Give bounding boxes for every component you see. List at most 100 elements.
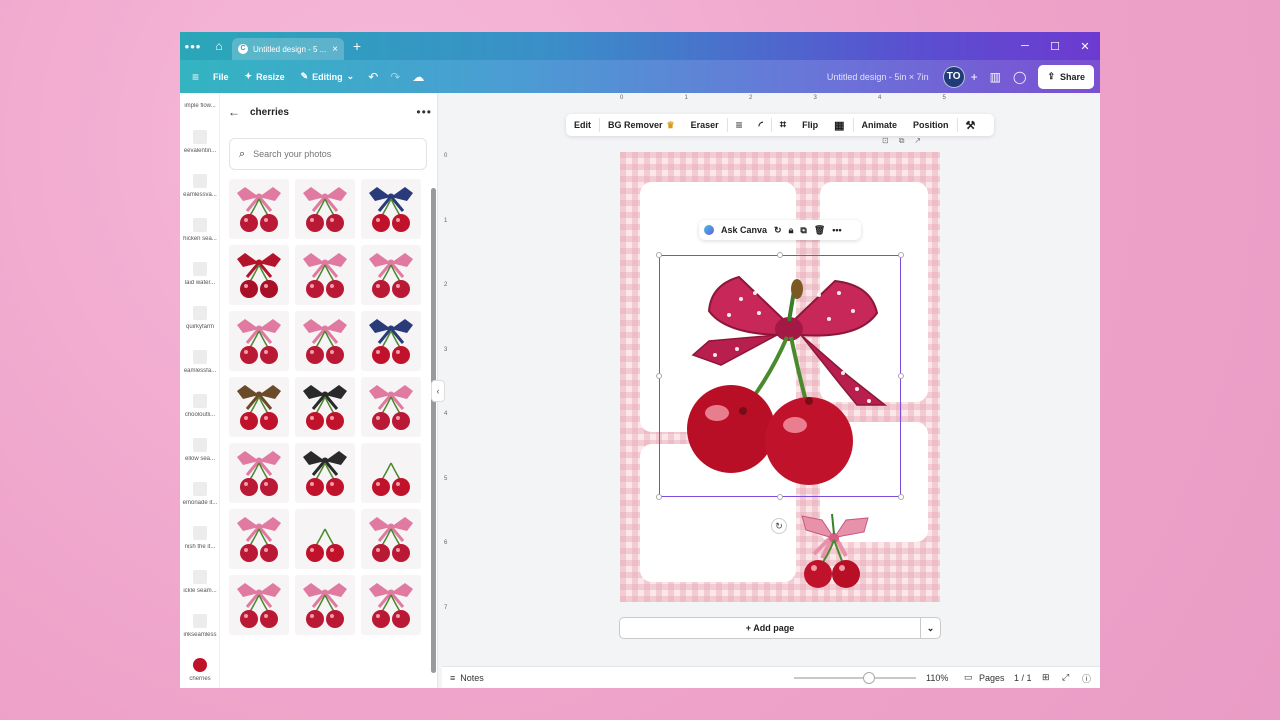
ask-canva-button[interactable]: Ask Canva (721, 225, 767, 235)
redo-icon[interactable]: ↷ (384, 66, 406, 88)
more-dots-icon[interactable]: ••• (180, 39, 206, 54)
folder-item[interactable]: ellow sea... (180, 438, 220, 462)
resize-handle-left[interactable] (656, 373, 662, 379)
folder-item[interactable]: imple flow... (180, 103, 220, 109)
pages-icon[interactable]: ▭ (964, 672, 973, 683)
photo-thumbnail[interactable] (229, 311, 289, 371)
corner-rounding-icon[interactable]: ◜ (751, 114, 771, 136)
border-style-icon[interactable]: ≡ (728, 114, 751, 136)
resize-handle-top[interactable] (777, 252, 783, 258)
avatar[interactable]: TO (942, 65, 965, 88)
maximize-button[interactable]: ☐ (1040, 40, 1070, 53)
photo-thumbnail[interactable] (295, 179, 355, 239)
zoom-slider[interactable] (794, 672, 916, 684)
resize-handle-right[interactable] (898, 373, 904, 379)
folder-item[interactable]: eamlessfa... (180, 350, 220, 374)
zoom-slider-knob[interactable] (862, 672, 875, 684)
scrollbar-thumb[interactable] (431, 188, 436, 673)
new-tab-button[interactable]: + (344, 38, 370, 54)
add-page-button[interactable]: + Add page (620, 623, 920, 633)
notes-icon[interactable]: ≡ (450, 673, 455, 683)
photo-thumbnail[interactable] (229, 509, 289, 569)
share-button[interactable]: ⇪ Share (1038, 64, 1094, 89)
photo-thumbnail[interactable] (361, 443, 421, 503)
grid-view-icon[interactable]: ⊞ (1042, 672, 1050, 683)
folder-item[interactable]: cherries (180, 658, 220, 682)
folder-item[interactable]: emonade it... (180, 482, 220, 506)
zoom-value[interactable]: 110% (926, 673, 948, 683)
position-button[interactable]: Position (905, 114, 957, 136)
chevron-down-icon[interactable]: ⌄ (920, 618, 940, 638)
folder-item[interactable]: chooloutli... (180, 394, 220, 418)
edit-button[interactable]: Edit (566, 114, 599, 136)
panel-scrollbar[interactable] (431, 188, 436, 673)
search-input[interactable] (253, 149, 414, 159)
lock-icon[interactable]: 🔒︎ (789, 225, 794, 236)
comment-add-icon[interactable]: ↻ (774, 225, 782, 236)
folder-item[interactable]: eevalentin... (180, 130, 220, 154)
insights-chart-icon[interactable]: ▥ (984, 66, 1007, 88)
small-cherries-graphic[interactable] (784, 508, 884, 598)
more-options-icon[interactable]: ••• (832, 225, 841, 235)
resize-handle-br[interactable] (898, 494, 904, 500)
lock-page-icon[interactable]: ⊡ (882, 136, 889, 146)
tab-close-icon[interactable]: × (332, 44, 338, 55)
resize-handle-tl[interactable] (656, 252, 662, 258)
selection-frame[interactable] (656, 252, 904, 500)
photo-thumbnail[interactable] (229, 575, 289, 635)
folder-item[interactable]: ickle seam... (180, 570, 220, 594)
fullscreen-icon[interactable]: ⤢ (1062, 672, 1069, 683)
design-title[interactable]: Untitled design - 5in × 7in (827, 72, 929, 82)
menu-icon[interactable]: ≡ (186, 66, 205, 88)
add-collaborator-button[interactable]: + (965, 66, 984, 88)
comment-icon[interactable]: ◯ (1007, 66, 1032, 88)
copy-style-paint-roller-icon[interactable]: ⚒ (958, 114, 984, 136)
pages-button[interactable]: Pages (979, 673, 1005, 683)
more-options-icon[interactable]: ••• (416, 105, 432, 119)
folder-item[interactable]: inkseamless (180, 614, 220, 638)
duplicate-page-icon[interactable]: ⧉ (899, 136, 905, 146)
photo-thumbnail[interactable] (295, 509, 355, 569)
trash-icon[interactable]: 🗑︎ (814, 225, 825, 236)
photo-thumbnail[interactable] (229, 377, 289, 437)
notes-button[interactable]: Notes (460, 673, 484, 683)
undo-icon[interactable]: ↶ (362, 66, 384, 88)
resize-button[interactable]: ✦ Resize (237, 66, 293, 88)
photo-thumbnail[interactable] (229, 245, 289, 305)
crop-icon[interactable]: ⌗ (772, 114, 794, 136)
home-icon[interactable]: ⌂ (206, 39, 232, 53)
photo-thumbnail[interactable] (295, 311, 355, 371)
photo-thumbnail[interactable] (229, 443, 289, 503)
photo-thumbnail[interactable] (361, 311, 421, 371)
photo-thumbnail[interactable] (229, 179, 289, 239)
cloud-sync-icon[interactable]: ☁ (406, 66, 430, 88)
add-page-icon[interactable]: ↗ (914, 136, 921, 146)
photo-thumbnail[interactable] (295, 377, 355, 437)
folder-item[interactable]: hicken sea... (180, 218, 220, 242)
photo-thumbnail[interactable] (361, 179, 421, 239)
flip-button[interactable]: Flip (794, 114, 826, 136)
search-box[interactable]: ⌕ (229, 138, 427, 170)
tab-untitled-design[interactable]: C Untitled design - 5 ... × (232, 38, 344, 60)
bg-remover-button[interactable]: BG Remover ♛ (600, 114, 683, 136)
rotate-handle-icon[interactable]: ↻ (771, 518, 787, 534)
photo-thumbnail[interactable] (295, 443, 355, 503)
photo-thumbnail[interactable] (361, 377, 421, 437)
editing-mode-button[interactable]: ✎ Editing ⌄ (293, 66, 363, 88)
folder-item[interactable]: laid water... (180, 262, 220, 286)
minimize-button[interactable]: ─ (1010, 40, 1040, 52)
help-icon[interactable]: ⓘ (1082, 672, 1091, 685)
animate-button[interactable]: Animate (854, 114, 906, 136)
eraser-button[interactable]: Eraser (683, 114, 727, 136)
close-window-button[interactable]: ✕ (1070, 40, 1100, 53)
transparency-icon[interactable]: ▦ (826, 114, 852, 136)
duplicate-icon[interactable]: ⧉ (800, 225, 806, 236)
folder-item[interactable]: quirkyfarm (180, 306, 220, 330)
photo-thumbnail[interactable] (295, 575, 355, 635)
folder-item[interactable]: eamlessva... (180, 174, 220, 198)
resize-handle-bl[interactable] (656, 494, 662, 500)
photo-thumbnail[interactable] (361, 509, 421, 569)
folder-item[interactable]: nish the it... (180, 526, 220, 550)
back-arrow-icon[interactable]: ← (228, 105, 240, 119)
resize-handle-tr[interactable] (898, 252, 904, 258)
